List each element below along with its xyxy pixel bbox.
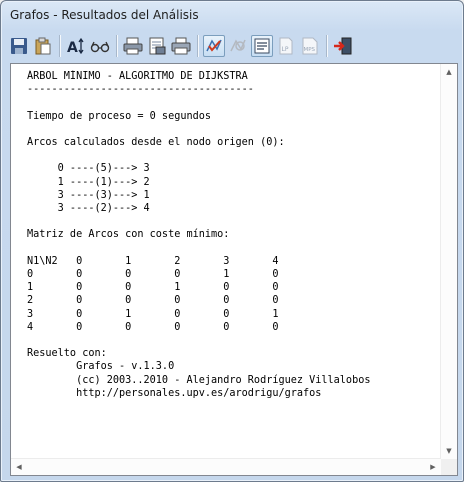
toolbar: A LP MPS bbox=[8, 33, 463, 59]
scroll-right-icon[interactable]: ▶ bbox=[425, 459, 441, 475]
lp-file-button[interactable]: LP bbox=[275, 35, 297, 57]
print-setup-button[interactable] bbox=[146, 35, 168, 57]
report-line: Arcos calculados desde el nodo origen (0… bbox=[27, 137, 285, 149]
scroll-left-icon[interactable]: ◀ bbox=[11, 459, 27, 475]
report-line: 2 0 0 0 0 0 bbox=[27, 295, 279, 307]
print-setup-icon bbox=[149, 37, 166, 55]
mps-file-icon: MPS bbox=[302, 37, 318, 55]
graph-disabled-button[interactable] bbox=[227, 35, 249, 57]
print-preview-icon bbox=[123, 37, 143, 55]
paste-icon bbox=[35, 37, 51, 55]
font-size-icon: A bbox=[67, 37, 84, 55]
check-graph-icon bbox=[206, 39, 222, 52]
lp-file-label: LP bbox=[282, 46, 289, 53]
report-line: (cc) 2003..2010 - Alejandro Rodríguez Vi… bbox=[27, 374, 371, 386]
report-line: 3 0 1 0 0 1 bbox=[27, 308, 279, 320]
report-line: 1 0 0 1 0 0 bbox=[27, 282, 279, 294]
report-line: N1\N2 0 1 2 3 4 bbox=[27, 255, 279, 267]
toolbar-separator bbox=[326, 35, 327, 57]
report-line: ------------------------------------- bbox=[27, 84, 254, 96]
report-line: Tiempo de proceso = 0 segundos bbox=[27, 110, 212, 122]
report-line: Matriz de Arcos con coste mínimo: bbox=[27, 229, 230, 241]
report-line: http://personales.upv.es/arodrigu/grafos bbox=[27, 387, 322, 399]
report-line: 0 ----(5)---> 3 bbox=[27, 163, 150, 175]
report-line: 1 ----(1)---> 2 bbox=[27, 176, 150, 188]
report-line: 4 0 0 0 0 0 bbox=[27, 321, 279, 333]
report-line: ÁRBOL MÍNIMO - ALGORITMO DE DIJKSTRA bbox=[27, 71, 248, 82]
exit-button[interactable] bbox=[332, 35, 354, 57]
vertical-scrollbar[interactable]: ▲ ▼ bbox=[440, 64, 457, 459]
report-line: 3 ----(3)---> 1 bbox=[27, 189, 150, 201]
graph-disabled-icon bbox=[230, 39, 246, 52]
report-line: 0 0 0 0 1 0 bbox=[27, 269, 279, 281]
font-size-button[interactable]: A bbox=[65, 35, 87, 57]
svg-text:A: A bbox=[67, 40, 78, 55]
toolbar-separator bbox=[197, 35, 198, 57]
exit-icon bbox=[334, 37, 352, 55]
report-button[interactable] bbox=[251, 35, 273, 57]
report-line: 3 ----(2)---> 4 bbox=[27, 203, 150, 215]
results-window: Grafos - Resultados del Análisis A LP MP… bbox=[0, 0, 464, 482]
report-text: ÁRBOL MÍNIMO - ALGORITMO DE DIJKSTRA ----… bbox=[27, 70, 447, 456]
report-line: Grafos - v.1.3.0 bbox=[27, 361, 175, 373]
mps-file-button[interactable]: MPS bbox=[299, 35, 321, 57]
scrollbar-corner bbox=[441, 459, 457, 475]
print-button[interactable] bbox=[170, 35, 192, 57]
scroll-up-icon[interactable]: ▲ bbox=[441, 64, 457, 80]
save-icon bbox=[11, 38, 27, 54]
scroll-down-icon[interactable]: ▼ bbox=[441, 443, 457, 459]
report-line bbox=[27, 123, 447, 136]
lp-file-icon: LP bbox=[279, 37, 293, 55]
title-bar[interactable]: Grafos - Resultados del Análisis bbox=[1, 1, 463, 27]
report-text-area[interactable]: ÁRBOL MÍNIMO - ALGORITMO DE DIJKSTRA ----… bbox=[10, 63, 458, 476]
report-icon bbox=[254, 38, 270, 54]
print-icon bbox=[171, 37, 191, 55]
report-line bbox=[27, 334, 447, 347]
report-line bbox=[27, 96, 447, 109]
glasses-icon bbox=[90, 41, 110, 53]
report-line: Resuelto con: bbox=[27, 348, 107, 360]
check-graph-button[interactable] bbox=[203, 35, 225, 57]
mps-file-label: MPS bbox=[304, 47, 316, 53]
horizontal-scrollbar[interactable]: ◀ ▶ bbox=[11, 458, 441, 475]
view-button[interactable] bbox=[89, 35, 111, 57]
report-line bbox=[27, 242, 447, 255]
report-line bbox=[27, 149, 447, 162]
toolbar-separator bbox=[59, 35, 60, 57]
toolbar-separator bbox=[116, 35, 117, 57]
report-line bbox=[27, 215, 447, 228]
paste-button[interactable] bbox=[32, 35, 54, 57]
save-button[interactable] bbox=[8, 35, 30, 57]
print-preview-button[interactable] bbox=[122, 35, 144, 57]
window-title: Grafos - Resultados del Análisis bbox=[10, 8, 199, 22]
